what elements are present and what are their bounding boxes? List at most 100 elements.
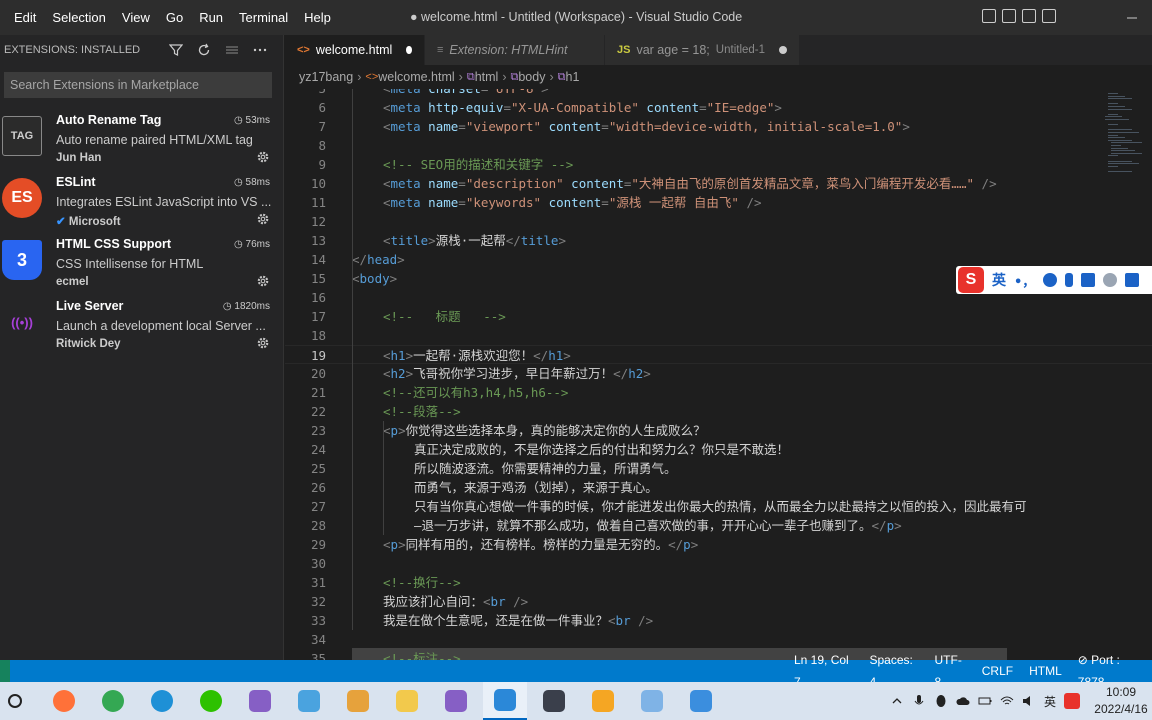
code-line[interactable]: 27 只有当你真心想做一件事的时候，你才能迸发出你最大的热情，从而最全力以赴最持之… [285, 497, 1152, 516]
edge-icon[interactable] [147, 686, 177, 716]
extension-item[interactable]: ((•)) Live Server ◷ 1820ms Launch a develop… [0, 294, 284, 356]
sogou-tray-icon[interactable] [1064, 693, 1081, 709]
code-line[interactable]: 13 <title>源栈·一起帮</title> [285, 231, 1152, 250]
extension-item[interactable]: TAG Auto Rename Tag ◷ 53ms Auto rename pair… [0, 108, 284, 170]
filter-icon[interactable] [167, 41, 185, 59]
breadcrumb-item[interactable]: welcome.html [378, 70, 454, 84]
volume-icon[interactable] [1022, 694, 1036, 708]
battery-icon[interactable] [978, 694, 992, 708]
more-actions-icon[interactable] [251, 41, 269, 59]
paint-icon[interactable] [343, 686, 373, 716]
code-line[interactable]: 26 而勇气，来源于鸡汤（划掉），来源于真心。 [285, 478, 1152, 497]
gear-icon[interactable] [256, 212, 270, 226]
tab-welcome-html[interactable]: <> welcome.html [285, 35, 425, 65]
user-icon[interactable] [1103, 273, 1118, 287]
breadcrumb-item[interactable]: yz17bang [299, 70, 353, 84]
menu-help[interactable]: Help [296, 0, 339, 35]
microphone-icon[interactable] [912, 694, 926, 708]
code-line[interactable]: 21 <!--还可以有h3,h4,h5,h6--> [285, 383, 1152, 402]
code-line[interactable]: 33 我是在做个生意呢，还是在做一件事业？<br /> [285, 611, 1152, 630]
language-mode[interactable]: HTML [1021, 660, 1070, 682]
emoji-icon[interactable] [1043, 273, 1058, 287]
wifi-icon[interactable] [1000, 694, 1014, 708]
menu-go[interactable]: Go [158, 0, 191, 35]
customize-layout-icon[interactable] [1042, 9, 1056, 23]
code-line[interactable]: 9 <!-- SEO用的描述和关键字 --> [285, 155, 1152, 174]
menu-view[interactable]: View [114, 0, 158, 35]
menu-run[interactable]: Run [191, 0, 231, 35]
code-line[interactable]: 20 <h2>飞哥祝你学习进步，早日年薪过万！</h2> [285, 364, 1152, 383]
extension-item[interactable]: 3 HTML CSS Support ◷ 76ms CSS Intellisense … [0, 232, 284, 294]
snipping-icon[interactable] [637, 686, 667, 716]
chrome-icon[interactable] [98, 686, 128, 716]
code-line[interactable]: 19 <h1>一起帮·源栈欢迎您！</h1> [285, 345, 1152, 364]
extension-item[interactable]: ES ESLint ◷ 58ms Integrates ESLint JavaScri… [0, 170, 284, 232]
code-line[interactable]: 35 <!--标注--> [285, 649, 1152, 660]
search-icon[interactable] [0, 686, 30, 716]
mail-icon[interactable] [686, 686, 716, 716]
ime-toolbar[interactable]: S 英 •， [956, 266, 1152, 294]
code-line[interactable]: 23 <p>你觉得这些选择本身，真的能够决定你的人生成败么？ [285, 421, 1152, 440]
extensions-search-input[interactable] [4, 72, 272, 98]
code-line[interactable]: 32 我应该扪心自问：<br /> [285, 592, 1152, 611]
code-editor[interactable]: 5<meta charset="UTF-8">6<meta http-equiv… [285, 89, 1152, 660]
unsaved-dot-icon[interactable] [779, 46, 788, 54]
code-line[interactable]: 8 [285, 136, 1152, 155]
code-line[interactable]: 5 <meta charset="UTF-8"> [285, 89, 1152, 98]
code-line[interactable]: 29 <p>同样有用的，还有榜样。榜样的力量是无穷的。</p> [285, 535, 1152, 554]
ime-language[interactable]: 英 [992, 270, 1006, 290]
code-line[interactable]: 17 <!-- 标题 --> [285, 307, 1152, 326]
breadcrumb-item[interactable]: html [475, 70, 499, 84]
vscode-icon[interactable] [483, 682, 527, 720]
gear-icon[interactable] [256, 274, 270, 288]
skin-icon[interactable] [1125, 273, 1140, 287]
remote-indicator[interactable] [0, 660, 10, 682]
code-line[interactable]: 24 真正决定成败的，不是你选择之后的付出和努力么？你只是不敢选！ [285, 440, 1152, 459]
gear-icon[interactable] [256, 150, 270, 164]
breadcrumb-item[interactable]: h1 [566, 70, 580, 84]
code-line[interactable]: 25 所以随波逐流。你需要精神的力量，所谓勇气。 [285, 459, 1152, 478]
code-line[interactable]: 18 [285, 326, 1152, 345]
code-line[interactable]: 6 <meta http-equiv="X-UA-Compatible" cont… [285, 98, 1152, 117]
breadcrumb-item[interactable]: body [518, 70, 545, 84]
refresh-icon[interactable] [195, 41, 213, 59]
tab-untitled-1[interactable]: JS var age = 18; Untitled-1 [605, 35, 801, 65]
menu-terminal[interactable]: Terminal [231, 0, 296, 35]
toggle-panel-icon[interactable] [1002, 9, 1016, 23]
visual-studio-icon[interactable] [245, 686, 275, 716]
firefox-icon[interactable] [49, 686, 79, 716]
file-explorer-icon[interactable] [392, 686, 422, 716]
visual-studio-2-icon[interactable] [441, 686, 471, 716]
gear-icon[interactable] [256, 336, 270, 350]
minimize-icon[interactable] [1112, 0, 1152, 35]
code-line[interactable]: 11 <meta name="keywords" content="源栈 一起帮 … [285, 193, 1152, 212]
toggle-secondary-sidebar-icon[interactable] [1022, 9, 1036, 23]
input-language[interactable]: 英 [1044, 693, 1056, 710]
microphone-icon[interactable] [1065, 273, 1074, 287]
spt-icon[interactable] [539, 686, 569, 716]
end-of-line[interactable]: CRLF [974, 660, 1021, 682]
code-line[interactable]: 10 <meta name="description" content="大神自由… [285, 174, 1152, 193]
code-line[interactable]: 30 [285, 554, 1152, 573]
menu-selection[interactable]: Selection [44, 0, 113, 35]
qq-icon[interactable] [934, 694, 948, 708]
chevron-up-icon[interactable] [890, 694, 904, 708]
keyboard-icon[interactable] [1081, 273, 1096, 287]
toggle-primary-sidebar-icon[interactable] [982, 9, 996, 23]
clear-icon[interactable] [223, 41, 241, 59]
ime-punct[interactable]: •， [1014, 271, 1035, 290]
code-line[interactable]: 12 [285, 212, 1152, 231]
notepad-icon[interactable] [294, 686, 324, 716]
code-line[interactable]: 28 —退一万步讲，就算不那么成功，做着自己喜欢做的事，开开心心一辈子也赚到了。<… [285, 516, 1152, 535]
tab-extension-htmlhint[interactable]: ≡ Extension: HTMLHint [425, 35, 605, 65]
cloud-icon[interactable] [956, 694, 970, 708]
code-line[interactable]: 34 [285, 630, 1152, 649]
code-line[interactable]: 22 <!--段落--> [285, 402, 1152, 421]
clock[interactable]: 10:09 2022/4/16 [1090, 684, 1152, 718]
unsaved-dot-icon[interactable] [406, 46, 412, 54]
code-line[interactable]: 31 <!--换行--> [285, 573, 1152, 592]
wechat-icon[interactable] [196, 686, 226, 716]
menu-edit[interactable]: Edit [6, 0, 44, 35]
sublime-icon[interactable] [588, 686, 618, 716]
code-line[interactable]: 7 <meta name="viewport" content="width=de… [285, 117, 1152, 136]
